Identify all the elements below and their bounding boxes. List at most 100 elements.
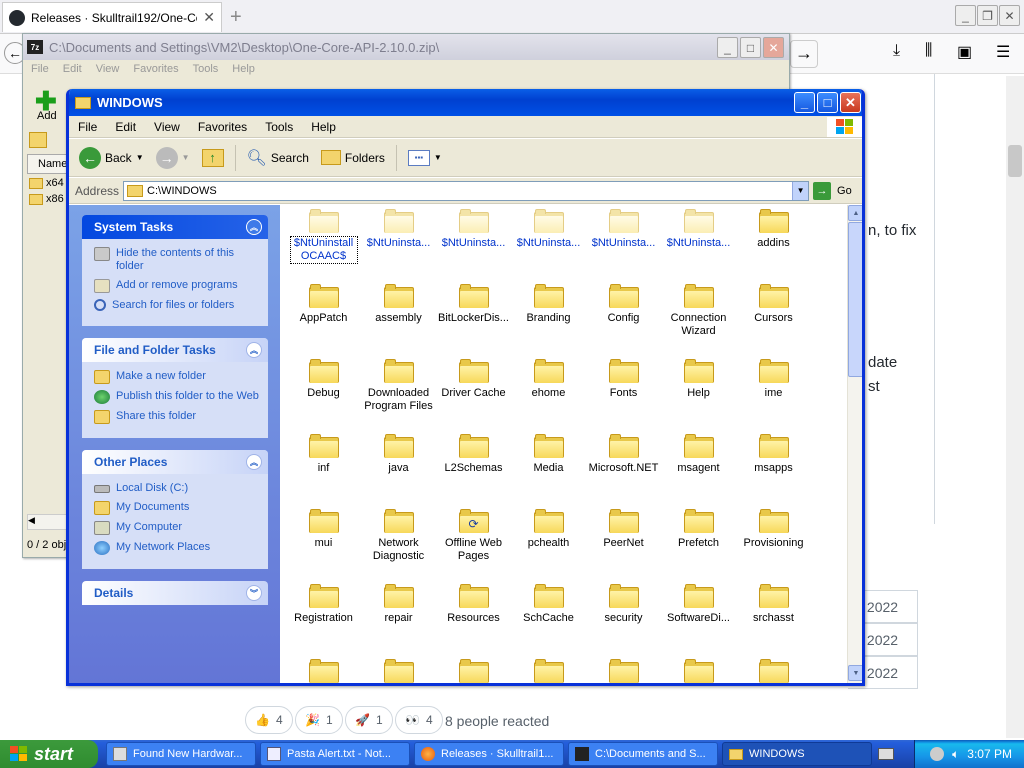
folder-item[interactable]: PeerNet xyxy=(586,505,661,577)
folder-item[interactable]: Config xyxy=(586,280,661,352)
reaction-eyes[interactable]: 👀 4 xyxy=(395,706,443,734)
7zip-row[interactable]: x64 xyxy=(29,177,64,189)
task-share-folder[interactable]: Share this folder xyxy=(94,410,260,424)
folder-item[interactable]: SoftwareDi... xyxy=(661,580,736,652)
folder-item[interactable]: Fonts xyxy=(586,355,661,427)
folder-item[interactable]: assembly xyxy=(361,280,436,352)
keyboard-icon[interactable] xyxy=(878,748,894,760)
folder-item[interactable]: java xyxy=(361,430,436,502)
folder-item[interactable]: Microsoft.NET xyxy=(586,430,661,502)
scroll-down-button[interactable]: ▼ xyxy=(848,665,862,681)
folder-item[interactable] xyxy=(361,655,436,683)
explorer-vertical-scrollbar[interactable]: ▲ ▼ xyxy=(847,205,862,683)
menu-favorites[interactable]: Favorites xyxy=(189,120,256,134)
folder-item[interactable]: Branding xyxy=(511,280,586,352)
folder-item[interactable]: srchasst xyxy=(736,580,811,652)
close-tab-icon[interactable]: ✕ xyxy=(203,9,215,26)
folder-item[interactable]: L2Schemas xyxy=(436,430,511,502)
folder-item[interactable]: Debug xyxy=(286,355,361,427)
menu-file[interactable]: File xyxy=(69,120,106,134)
reaction-rocket[interactable]: 🚀 1 xyxy=(345,706,393,734)
folder-item[interactable] xyxy=(436,655,511,683)
menu-view[interactable]: View xyxy=(145,120,189,134)
folder-item[interactable]: pchealth xyxy=(511,505,586,577)
go-button[interactable]: → Go xyxy=(813,181,852,200)
folder-item[interactable]: mui xyxy=(286,505,361,577)
7zip-row[interactable]: x86 xyxy=(29,193,64,205)
folder-item[interactable]: $NtUninstallOCAAC$ xyxy=(286,205,361,277)
place-my-computer[interactable]: My Computer xyxy=(94,521,260,535)
folder-item[interactable]: $NtUninsta... xyxy=(436,205,511,277)
folder-item[interactable]: Downloaded Program Files xyxy=(361,355,436,427)
clock[interactable]: 3:07 PM xyxy=(967,747,1012,761)
browser-restore-button[interactable]: ❐ xyxy=(977,5,998,26)
folder-item[interactable] xyxy=(736,655,811,683)
menu-help[interactable]: Help xyxy=(302,120,345,134)
folder-item[interactable]: msapps xyxy=(736,430,811,502)
7zip-hscroll[interactable]: ◀ xyxy=(27,514,69,530)
browser-close-button[interactable]: ✕ xyxy=(999,5,1020,26)
task-hide-contents[interactable]: Hide the contents of this folder xyxy=(94,247,260,273)
menu-tools[interactable]: Tools xyxy=(256,120,302,134)
start-button[interactable]: start xyxy=(0,740,98,768)
folder-item[interactable] xyxy=(661,655,736,683)
7zip-menu-file[interactable]: File xyxy=(31,63,49,75)
back-button[interactable]: ← Back ▼ xyxy=(75,145,148,171)
up-button[interactable]: ↑ xyxy=(198,147,228,169)
folder-item[interactable]: $NtUninsta... xyxy=(511,205,586,277)
sidebar-icon[interactable]: ▣ xyxy=(957,42,972,62)
network-status-icon[interactable] xyxy=(930,747,945,761)
taskbar-item-windows[interactable]: WINDOWS xyxy=(722,742,872,766)
folder-item[interactable]: ime xyxy=(736,355,811,427)
scroll-up-button[interactable]: ▲ xyxy=(848,205,862,221)
folder-item[interactable]: Driver Cache xyxy=(436,355,511,427)
expand-icon[interactable]: ︾ xyxy=(246,585,262,601)
folder-item[interactable]: Connection Wizard xyxy=(661,280,736,352)
folder-item[interactable]: security xyxy=(586,580,661,652)
taskbar-item-7zip[interactable]: C:\Documents and S... xyxy=(568,742,718,766)
folder-item[interactable]: Cursors xyxy=(736,280,811,352)
folder-item[interactable]: Provisioning xyxy=(736,505,811,577)
7zip-add-label[interactable]: Add xyxy=(37,110,57,122)
new-tab-button[interactable]: + xyxy=(230,6,242,29)
folder-item[interactable]: ehome xyxy=(511,355,586,427)
folder-item[interactable] xyxy=(286,655,361,683)
folder-item[interactable]: inf xyxy=(286,430,361,502)
folder-item[interactable]: $NtUninsta... xyxy=(661,205,736,277)
collapse-icon[interactable]: ︽ xyxy=(246,219,262,235)
menu-edit[interactable]: Edit xyxy=(106,120,145,134)
task-add-remove-programs[interactable]: Add or remove programs xyxy=(94,279,260,293)
7zip-menu-favorites[interactable]: Favorites xyxy=(133,63,178,75)
download-icon[interactable]: ⤓ xyxy=(893,42,900,60)
taskbar-item-notepad[interactable]: Pasta Alert.txt - Not... xyxy=(260,742,410,766)
views-button[interactable]: ▪▪▪ ▼ xyxy=(404,148,446,168)
file-folder-tasks-header[interactable]: File and Folder Tasks ︽ xyxy=(82,338,268,362)
folder-item[interactable]: Network Diagnostic xyxy=(361,505,436,577)
collapse-icon[interactable]: ︽ xyxy=(246,454,262,470)
folder-item[interactable]: Prefetch xyxy=(661,505,736,577)
browser-tab[interactable]: Releases · Skulltrail192/One-Core ✕ xyxy=(2,2,222,32)
volume-icon[interactable]: 🔈︎ xyxy=(952,747,959,762)
folder-item[interactable]: SchCache xyxy=(511,580,586,652)
taskbar-item-browser[interactable]: Releases · Skulltrail1... xyxy=(414,742,564,766)
scroll-thumb[interactable] xyxy=(848,222,862,377)
folder-item[interactable]: Help xyxy=(661,355,736,427)
reaction-tada[interactable]: 🎉 1 xyxy=(295,706,343,734)
address-input[interactable]: C:\WINDOWS ▼ xyxy=(123,180,810,201)
close-button[interactable]: ✕ xyxy=(840,92,861,113)
reaction-thumbs-up[interactable]: 👍 4 xyxy=(245,706,293,734)
place-local-disk[interactable]: Local Disk (C:) xyxy=(94,482,260,495)
folder-item[interactable] xyxy=(511,655,586,683)
maximize-button[interactable]: □ xyxy=(817,92,838,113)
folder-item[interactable]: msagent xyxy=(661,430,736,502)
7zip-close-button[interactable]: ✕ xyxy=(763,37,784,58)
7zip-menu-edit[interactable]: Edit xyxy=(63,63,82,75)
7zip-menu-view[interactable]: View xyxy=(96,63,120,75)
forward-button[interactable]: → ▼ xyxy=(152,145,194,171)
collapse-icon[interactable]: ︽ xyxy=(246,342,262,358)
task-publish-web[interactable]: Publish this folder to the Web xyxy=(94,390,260,404)
folder-item[interactable]: ⟳ Offline Web Pages xyxy=(436,505,511,577)
folder-item[interactable] xyxy=(586,655,661,683)
browser-scroll-thumb[interactable] xyxy=(1008,145,1022,177)
other-places-header[interactable]: Other Places ︽ xyxy=(82,450,268,474)
